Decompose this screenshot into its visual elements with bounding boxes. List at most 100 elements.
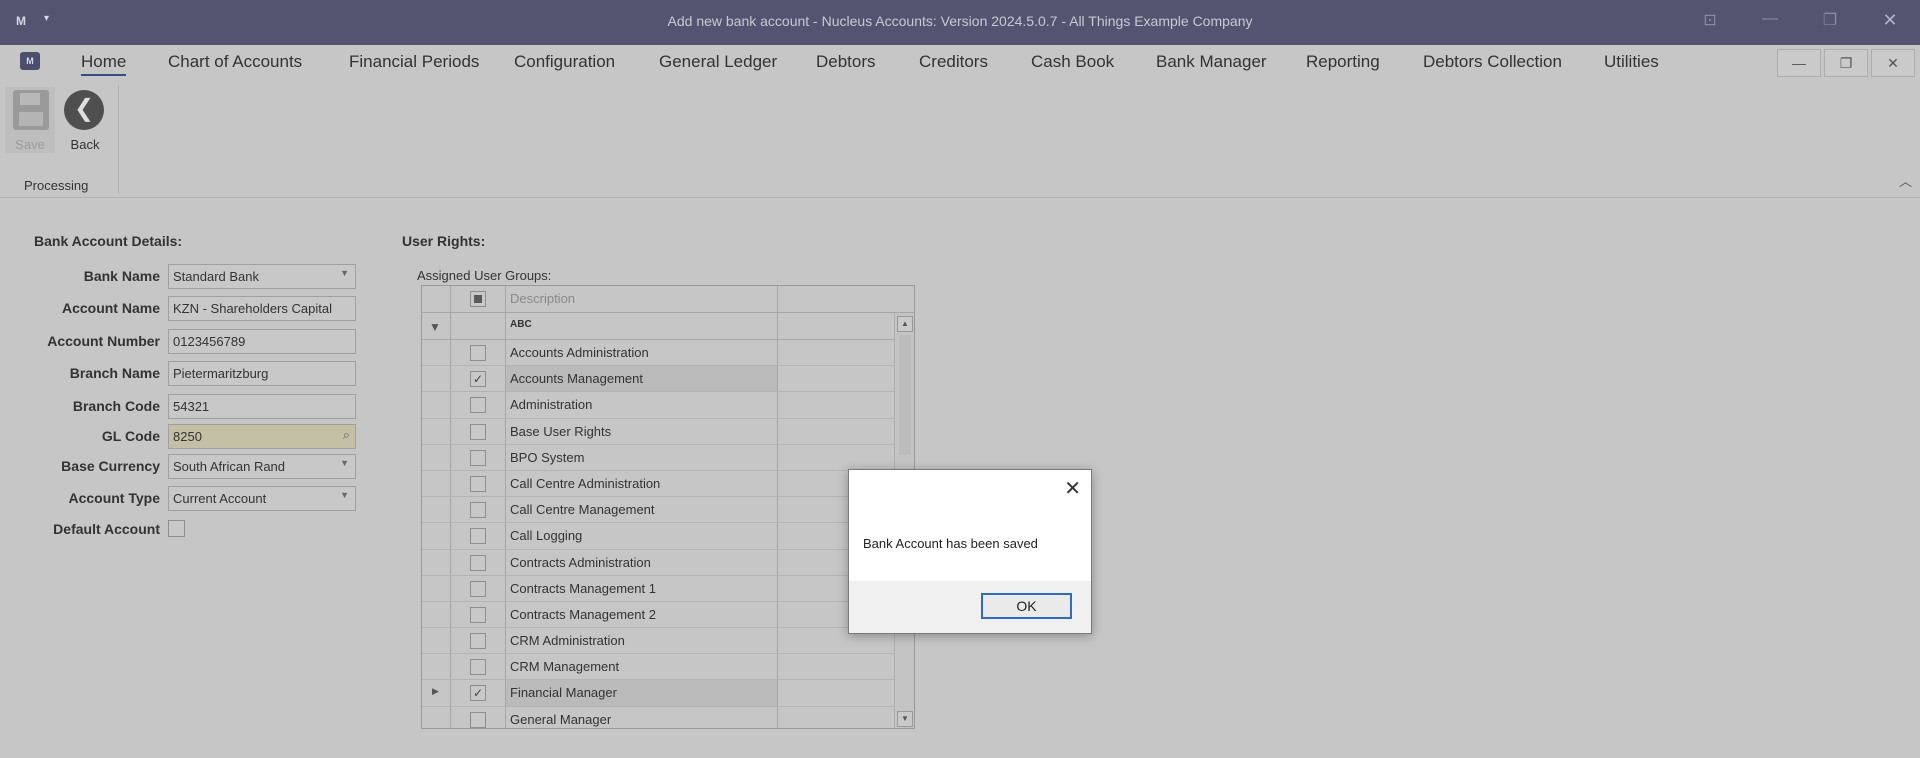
mdi-restore-button[interactable]: ❐ (1824, 49, 1868, 77)
title-bar: M ▾ Add new bank account - Nucleus Accou… (0, 0, 1920, 45)
table-row[interactable]: BPO System (422, 444, 914, 471)
grid-select-all-cell (451, 286, 506, 312)
description-column-header[interactable]: Description (506, 286, 778, 312)
save-button[interactable]: Save (5, 87, 55, 153)
table-row[interactable]: Call Centre Administration (422, 470, 914, 498)
row-checkbox[interactable] (470, 528, 486, 545)
menu-general-ledger[interactable]: General Ledger (659, 52, 777, 72)
table-row[interactable]: Accounts Administration (422, 340, 914, 367)
description-filter-cell[interactable]: ABC (506, 313, 778, 339)
row-checkbox[interactable] (470, 554, 486, 571)
menu-bank-manager[interactable]: Bank Manager (1156, 52, 1267, 72)
close-icon[interactable]: ✕ (1064, 476, 1081, 501)
account-name-field[interactable]: KZN - Shareholders Capital (168, 296, 356, 321)
menu-debtors[interactable]: Debtors (816, 52, 876, 72)
row-indicator-cell (422, 628, 451, 654)
row-description: Financial Manager (506, 680, 778, 706)
grid-rows: Accounts Administration ✓ Accounts Managem… (422, 340, 914, 728)
menu-creditors[interactable]: Creditors (919, 52, 988, 72)
row-checkbox[interactable] (470, 659, 486, 676)
app-menu-icon[interactable]: M (20, 52, 40, 70)
row-indicator-cell (422, 523, 451, 549)
back-button[interactable]: ❮ Back (60, 87, 110, 153)
row-indicator-cell (422, 601, 451, 628)
row-checkbox[interactable] (470, 580, 486, 597)
row-checkbox[interactable] (470, 423, 486, 440)
account-type-dropdown[interactable]: Current Account ▼ (168, 486, 356, 511)
account-type-label: Account Type (68, 490, 160, 506)
menu-cash-book[interactable]: Cash Book (1031, 52, 1114, 72)
row-indicator-cell: ▶ (422, 680, 451, 706)
filter-icon: ▼ (429, 320, 441, 334)
select-all-checkbox[interactable] (470, 291, 486, 307)
scroll-thumb[interactable] (899, 335, 911, 455)
table-row[interactable]: General Manager (422, 706, 914, 728)
row-checkbox[interactable]: ✓ (470, 685, 486, 702)
row-check-cell (451, 392, 506, 418)
search-icon[interactable]: ⌕ (343, 427, 350, 443)
row-checkbox[interactable] (470, 449, 486, 466)
row-checkbox[interactable]: ✓ (470, 371, 486, 388)
row-checkbox[interactable] (470, 397, 486, 414)
row-checkbox[interactable] (470, 475, 486, 492)
back-label: Back (70, 137, 100, 152)
mdi-minimize-button[interactable]: — (1777, 49, 1821, 77)
ok-button[interactable]: OK (981, 593, 1072, 619)
menu-debtors-collection[interactable]: Debtors Collection (1423, 52, 1562, 72)
gl-code-label: GL Code (101, 428, 160, 444)
row-checkbox[interactable] (470, 345, 486, 361)
pin-icon[interactable]: ⊡ (1698, 10, 1722, 30)
row-checkbox[interactable] (470, 502, 486, 519)
ribbon-group-label: Processing (24, 178, 89, 193)
collapse-ribbon-icon[interactable]: ︿ (1899, 171, 1912, 190)
bank-name-dropdown[interactable]: Standard Bank ▼ (168, 264, 356, 289)
table-row[interactable]: ▶ ✓ Financial Manager (422, 680, 914, 707)
row-checkbox[interactable] (470, 606, 486, 623)
table-row[interactable]: CRM Management (422, 654, 914, 681)
row-description: Contracts Management 2 (506, 601, 778, 628)
row-indicator-cell (422, 470, 451, 497)
ribbon-separator (118, 85, 119, 193)
grid-filter-check-cell[interactable] (451, 313, 506, 339)
ribbon: Save ❮ Back Processing ︿ (0, 81, 1920, 198)
mdi-close-button[interactable]: ✕ (1871, 49, 1915, 77)
table-row[interactable]: Administration (422, 392, 914, 419)
table-row[interactable]: Call Logging (422, 523, 914, 550)
default-account-checkbox[interactable] (168, 520, 185, 537)
menu-configuration[interactable]: Configuration (514, 52, 615, 72)
menu-utilities[interactable]: Utilities (1604, 52, 1659, 72)
account-type-value: Current Account (173, 491, 267, 506)
branch-name-label: Branch Name (69, 365, 160, 381)
row-check-cell (451, 601, 506, 628)
gl-code-lookup[interactable]: 8250 ⌕ (168, 424, 356, 449)
branch-name-field[interactable]: Pietermaritzburg (168, 361, 356, 386)
account-name-label: Account Name (61, 300, 160, 316)
account-number-field[interactable]: 0123456789 (168, 329, 356, 354)
minimize-icon[interactable]: — (1758, 10, 1782, 28)
table-row[interactable]: Contracts Management 1 (422, 575, 914, 602)
table-row[interactable]: Contracts Administration (422, 549, 914, 576)
menu-home[interactable]: Home (81, 52, 127, 76)
chevron-down-icon: ▼ (340, 490, 349, 500)
table-row[interactable]: Base User Rights (422, 418, 914, 445)
row-checkbox[interactable] (470, 633, 486, 650)
row-checkbox[interactable] (470, 711, 486, 728)
save-confirmation-dialog: ✕ Bank Account has been saved OK (848, 469, 1092, 634)
menu-reporting[interactable]: Reporting (1306, 52, 1380, 72)
table-row[interactable]: CRM Administration (422, 628, 914, 655)
table-row[interactable]: Contracts Management 2 (422, 601, 914, 629)
table-row[interactable]: ✓ Accounts Management (422, 366, 914, 393)
dialog-message: Bank Account has been saved (863, 536, 1038, 551)
table-row[interactable]: Call Centre Management (422, 497, 914, 524)
base-currency-dropdown[interactable]: South African Rand ▼ (168, 454, 356, 479)
scroll-down-icon[interactable]: ▼ (897, 711, 913, 727)
menu-chart-of-accounts[interactable]: Chart of Accounts (168, 52, 302, 72)
row-description: General Manager (506, 706, 778, 728)
window-close-icon[interactable]: ✕ (1878, 10, 1902, 31)
scroll-up-icon[interactable]: ▲ (897, 316, 913, 332)
row-description: BPO System (506, 444, 778, 470)
branch-code-label: Branch Code (72, 398, 160, 414)
menu-financial-periods[interactable]: Financial Periods (349, 52, 479, 72)
branch-code-field[interactable]: 54321 (168, 394, 356, 419)
restore-icon[interactable]: ❐ (1818, 10, 1842, 30)
